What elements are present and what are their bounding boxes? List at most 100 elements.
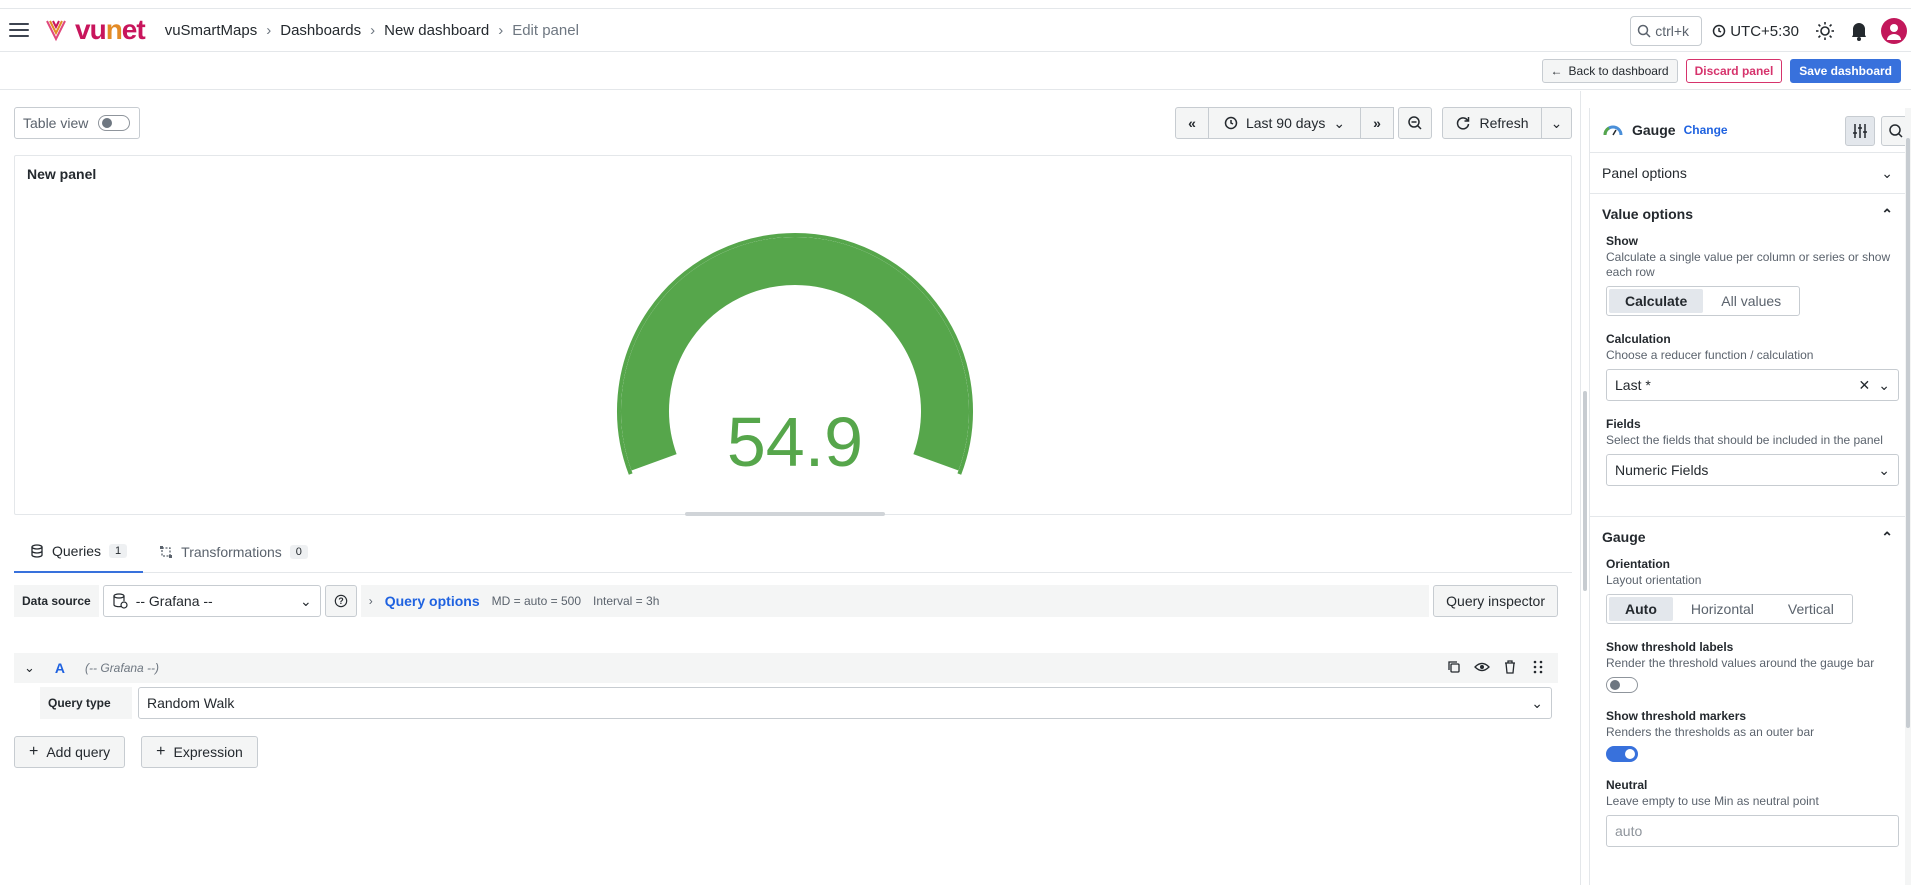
value-options-section: Value options ⌃ Show Calculate a single … bbox=[1590, 194, 1911, 517]
zoom-out-button[interactable] bbox=[1398, 107, 1432, 139]
panel-options-section: Panel options ⌄ bbox=[1590, 153, 1911, 194]
gauge-section-header[interactable]: Gauge ⌃ bbox=[1590, 517, 1911, 557]
panel-options-header[interactable]: Panel options ⌄ bbox=[1590, 153, 1911, 193]
bell-icon bbox=[1852, 23, 1866, 41]
options-scrollbar[interactable] bbox=[1905, 108, 1911, 885]
chevron-down-icon: ⌄ bbox=[1878, 461, 1890, 478]
vunet-logo[interactable]: vunet bbox=[45, 14, 146, 46]
tab-transformations[interactable]: Transformations 0 bbox=[143, 531, 324, 573]
chevron-down-icon: ⌄ bbox=[1333, 114, 1346, 131]
panel-options-title: Panel options bbox=[1602, 165, 1687, 181]
threshold-markers-switch[interactable] bbox=[1606, 746, 1638, 762]
time-range-picker[interactable]: Last 90 days ⌄ bbox=[1208, 107, 1361, 139]
show-label: Show bbox=[1606, 234, 1638, 248]
sun-icon bbox=[1816, 22, 1834, 40]
refresh-interval-dropdown[interactable]: ⌄ bbox=[1541, 107, 1572, 139]
orientation-option-auto[interactable]: Auto bbox=[1609, 597, 1673, 621]
breadcrumb-new-dashboard[interactable]: New dashboard bbox=[384, 22, 489, 39]
options-pane: Gauge Change Panel options ⌄ Value optio… bbox=[1589, 108, 1911, 885]
menu-icon[interactable] bbox=[9, 18, 33, 42]
calculation-label: Calculation bbox=[1606, 332, 1671, 346]
add-query-label: Add query bbox=[46, 744, 111, 760]
search-shortcut: ctrl+k bbox=[1655, 23, 1690, 39]
panel-resize-handle[interactable] bbox=[685, 512, 885, 516]
threshold-labels-label: Show threshold labels bbox=[1606, 640, 1734, 654]
tab-queries-label: Queries bbox=[52, 543, 102, 559]
chevron-down-icon: ⌄ bbox=[1881, 164, 1893, 181]
query-datasource-name: (-- Grafana --) bbox=[85, 661, 160, 675]
query-options-bar[interactable]: › Query options MD = auto = 500 Interval… bbox=[360, 585, 1430, 617]
discard-panel-button[interactable]: Discard panel bbox=[1685, 58, 1783, 83]
gauge-value-text: 54.9 bbox=[727, 403, 863, 481]
notifications-button[interactable] bbox=[1847, 19, 1871, 43]
search-input[interactable]: ctrl+k bbox=[1630, 16, 1703, 46]
query-ref-id[interactable]: A bbox=[55, 660, 65, 676]
duplicate-icon[interactable] bbox=[1446, 659, 1462, 675]
orientation-label: Orientation bbox=[1606, 557, 1671, 571]
neutral-field: Neutral Leave empty to use Min as neutra… bbox=[1606, 778, 1899, 847]
add-query-button[interactable]: + Add query bbox=[14, 736, 126, 768]
arrow-left-icon: ← bbox=[1550, 63, 1563, 78]
breadcrumb-vusmartmaps[interactable]: vuSmartMaps bbox=[165, 22, 258, 39]
threshold-labels-switch[interactable] bbox=[1606, 677, 1638, 693]
fields-select[interactable]: Numeric Fields ⌄ bbox=[1606, 454, 1899, 486]
query-type-label: Query type bbox=[40, 687, 132, 719]
clear-icon[interactable]: ✕ bbox=[1859, 377, 1871, 394]
neutral-input[interactable]: auto bbox=[1606, 815, 1899, 847]
chevron-up-icon: ⌃ bbox=[1881, 205, 1893, 222]
eye-icon[interactable] bbox=[1474, 659, 1490, 675]
table-view-toggle[interactable]: Table view bbox=[14, 107, 140, 139]
query-options-link[interactable]: Query options bbox=[385, 593, 480, 609]
show-option-calculate[interactable]: Calculate bbox=[1609, 289, 1704, 313]
query-type-value: Random Walk bbox=[147, 695, 235, 711]
trash-icon[interactable] bbox=[1502, 659, 1518, 675]
threshold-labels-field: Show threshold labels Render the thresho… bbox=[1606, 640, 1899, 693]
data-source-select[interactable]: -- Grafana -- ⌄ bbox=[102, 585, 321, 617]
value-options-header[interactable]: Value options ⌃ bbox=[1590, 194, 1911, 234]
tab-transformations-count: 0 bbox=[289, 545, 308, 559]
refresh-button[interactable]: Refresh bbox=[1442, 107, 1542, 139]
calculation-select[interactable]: Last * ✕ ⌄ bbox=[1606, 369, 1899, 401]
orientation-option-horizontal[interactable]: Horizontal bbox=[1675, 597, 1770, 621]
query-type-select[interactable]: Random Walk ⌄ bbox=[138, 687, 1552, 719]
threshold-markers-description: Renders the thresholds as an outer bar bbox=[1606, 725, 1815, 739]
change-visualization-link[interactable]: Change bbox=[1684, 123, 1728, 137]
show-option-all-values[interactable]: All values bbox=[1705, 289, 1797, 313]
orientation-option-vertical[interactable]: Vertical bbox=[1772, 597, 1850, 621]
collapse-chevron-icon[interactable]: ⌄ bbox=[24, 660, 35, 676]
time-range-label: Last 90 days bbox=[1245, 115, 1326, 131]
breadcrumb-dashboards[interactable]: Dashboards bbox=[280, 22, 361, 39]
visualization-name: Gauge bbox=[1632, 122, 1676, 138]
panel-actions-bar: ← Back to dashboard Discard panel Save d… bbox=[0, 52, 1911, 90]
options-toggle-button[interactable] bbox=[1845, 116, 1875, 146]
data-source-help-button[interactable]: ? bbox=[324, 585, 357, 617]
theme-toggle-button[interactable] bbox=[1813, 19, 1837, 43]
avatar[interactable] bbox=[1881, 18, 1907, 44]
tab-queries[interactable]: Queries 1 bbox=[14, 531, 144, 573]
drag-handle-icon[interactable] bbox=[1530, 659, 1546, 675]
orientation-field: Orientation Layout orientation Auto Hori… bbox=[1606, 557, 1899, 624]
add-expression-button[interactable]: + Expression bbox=[141, 736, 258, 768]
double-chevron-left-icon: « bbox=[1188, 115, 1196, 131]
table-view-switch[interactable] bbox=[98, 115, 131, 131]
gauge-chart: 54.9 bbox=[617, 233, 973, 481]
fields-description: Select the fields that should be include… bbox=[1606, 433, 1883, 447]
visualization-header: Gauge Change bbox=[1590, 108, 1911, 153]
data-source-label: Data source bbox=[14, 585, 99, 617]
pane-splitter[interactable] bbox=[1580, 91, 1588, 885]
time-shift-forward-button[interactable]: » bbox=[1360, 107, 1394, 139]
tab-queries-count: 1 bbox=[109, 544, 128, 558]
query-inspector-button[interactable]: Query inspector bbox=[1433, 585, 1558, 617]
plus-icon: + bbox=[29, 743, 39, 760]
time-shift-back-button[interactable]: « bbox=[1175, 107, 1209, 139]
breadcrumb-separator-icon: › bbox=[370, 21, 376, 39]
save-dashboard-button[interactable]: Save dashboard bbox=[1790, 58, 1901, 83]
clock-icon bbox=[1224, 116, 1238, 130]
threshold-markers-label: Show threshold markers bbox=[1606, 709, 1747, 723]
timezone-button[interactable]: UTC+5:30 bbox=[1712, 23, 1799, 40]
query-type-row: Query type Random Walk ⌄ bbox=[40, 687, 1552, 719]
chevron-down-icon: ⌄ bbox=[1550, 114, 1563, 131]
zoom-out-icon bbox=[1408, 116, 1422, 130]
back-to-dashboard-button[interactable]: ← Back to dashboard bbox=[1541, 58, 1678, 83]
query-interval-info: Interval = 3h bbox=[593, 594, 660, 608]
